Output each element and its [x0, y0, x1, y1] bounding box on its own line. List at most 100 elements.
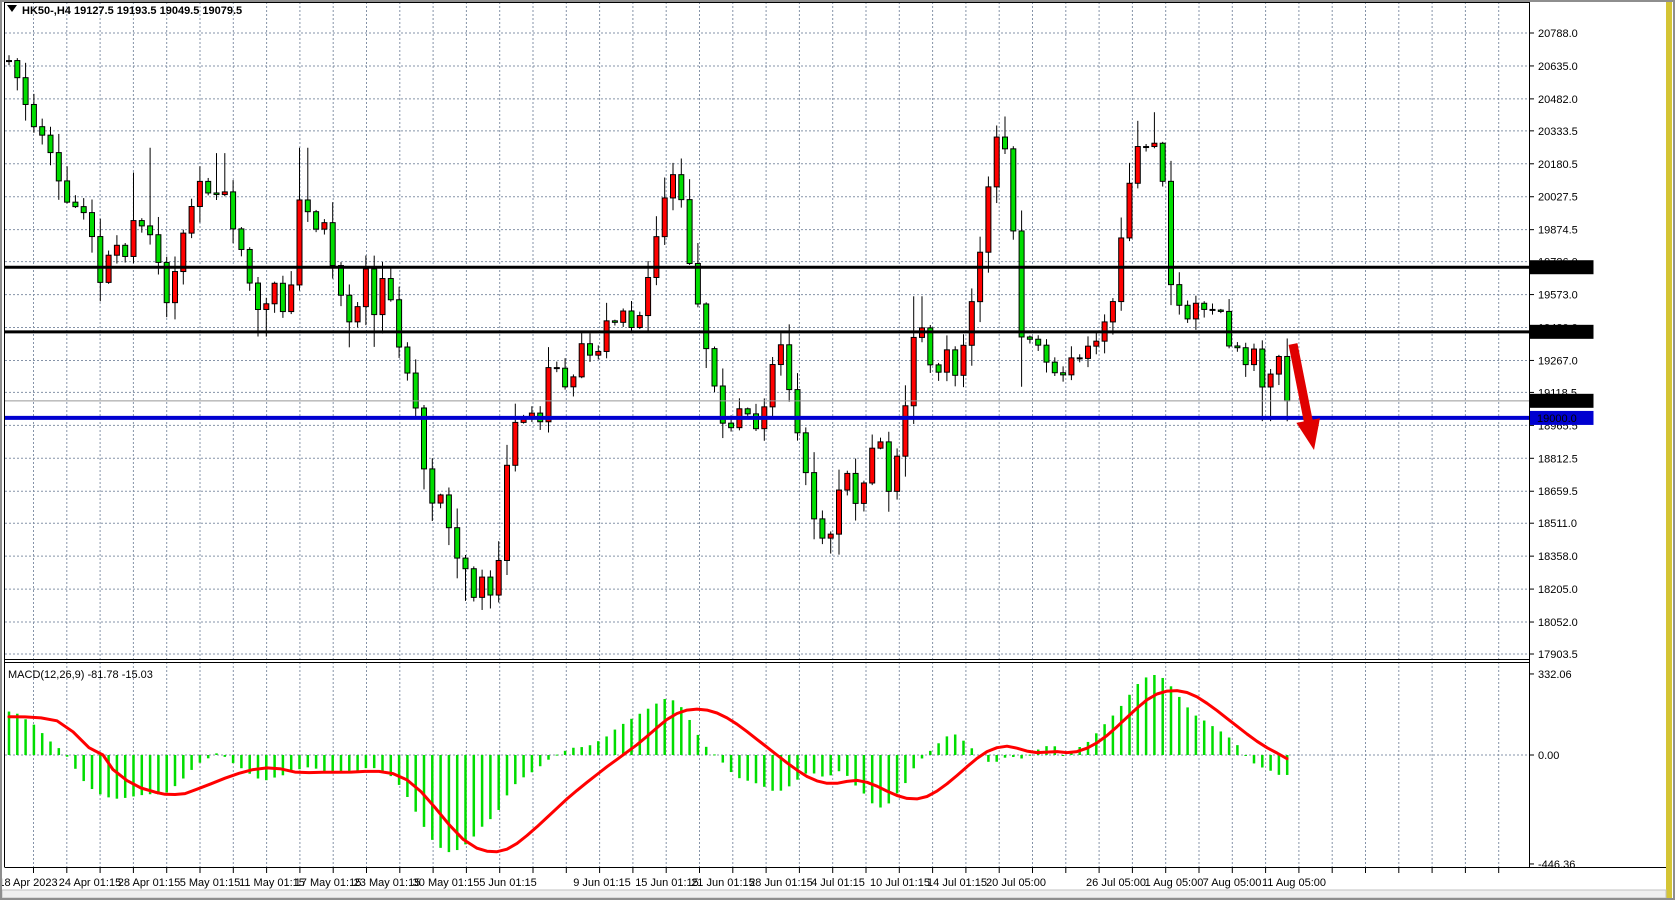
candle: [1036, 335, 1041, 351]
macd-histogram-bar: [1153, 675, 1156, 755]
macd-histogram-bar: [497, 755, 500, 810]
candle: [1003, 117, 1008, 154]
price-tick-label: 18511.0: [1538, 518, 1577, 530]
candle: [1202, 301, 1207, 317]
time-tick-label: 9 Jun 01:15: [573, 877, 631, 889]
macd-histogram-bar: [755, 755, 758, 783]
macd-histogram-bar: [16, 714, 19, 755]
price-tag-19000.0[interactable]: 19000.0: [1530, 411, 1594, 425]
price-tick-label: 20788.0: [1538, 28, 1578, 40]
macd-histogram-bar: [829, 755, 832, 775]
macd-histogram-bar: [871, 755, 874, 803]
candle: [1094, 333, 1099, 355]
candle: [347, 284, 352, 347]
macd-histogram-bar: [1195, 716, 1198, 755]
candle: [355, 302, 360, 327]
candle: [1086, 336, 1091, 367]
macd-histogram-bar: [506, 755, 509, 795]
candle: [15, 58, 20, 90]
candle: [1185, 300, 1190, 322]
candle: [571, 374, 576, 396]
candle: [1193, 296, 1198, 330]
macd-histogram-bar: [539, 755, 542, 766]
macd-histogram-bar: [356, 755, 359, 771]
candle: [812, 452, 817, 539]
candle: [820, 510, 825, 544]
macd-histogram-bar: [1161, 678, 1164, 755]
candle: [1119, 217, 1124, 310]
candle: [505, 445, 510, 575]
macd-histogram-bar: [489, 755, 492, 819]
candle: [31, 94, 36, 133]
symbol-dropdown-icon[interactable]: [7, 5, 17, 12]
candle: [920, 296, 925, 342]
macd-histogram-bar: [224, 755, 227, 757]
candle: [289, 271, 294, 314]
candle: [1152, 112, 1157, 148]
candle: [123, 243, 128, 263]
candle: [1210, 304, 1215, 315]
macd-histogram-bar: [522, 755, 525, 777]
candle: [131, 173, 136, 264]
candle: [1243, 343, 1248, 377]
macd-histogram-bar: [763, 755, 766, 787]
candle: [671, 163, 676, 210]
macd-histogram-bar: [273, 755, 276, 778]
macd-histogram-bar: [257, 755, 260, 778]
candle: [388, 268, 393, 302]
candle: [1135, 121, 1140, 189]
candle: [563, 358, 568, 389]
candle: [56, 134, 61, 200]
time-tick-label: 23 May 01:15: [354, 877, 421, 889]
candle: [23, 63, 28, 121]
sell-arrow-annotation[interactable]: [1293, 344, 1320, 450]
price-tag-19400.0[interactable]: 19400.0: [1530, 325, 1594, 339]
macd-histogram-bar: [431, 755, 434, 840]
candle: [1127, 163, 1132, 241]
candle: [222, 153, 227, 196]
macd-histogram-bar: [439, 755, 442, 848]
macd-histogram-bar: [514, 755, 517, 784]
candle: [280, 276, 285, 318]
macd-histogram-bar: [49, 741, 52, 755]
macd-histogram-bar: [1029, 755, 1032, 756]
time-tick-label: 28 Apr 01:15: [118, 877, 180, 889]
price-tick-label: 18052.0: [1538, 617, 1578, 629]
candle: [1160, 142, 1165, 187]
macd-histogram-bar: [199, 755, 202, 763]
candle: [878, 438, 883, 450]
chart-canvas[interactable]: 20788.020635.020482.020333.520180.520027…: [0, 0, 1675, 900]
candle: [305, 148, 310, 222]
candle: [471, 566, 476, 601]
macd-histogram-bar: [1228, 738, 1231, 755]
candle: [911, 296, 916, 424]
candle: [446, 487, 451, 545]
macd-histogram-bar: [1269, 755, 1272, 771]
candle: [1027, 336, 1032, 344]
candle: [961, 334, 966, 387]
macd-histogram-bar: [116, 755, 119, 799]
price-tag-19079.5[interactable]: 19079.5: [1530, 394, 1594, 408]
candle: [1268, 369, 1273, 421]
macd-indicator-label: MACD(12,26,9) -81.78 -15.03: [8, 669, 153, 681]
candle: [695, 243, 700, 307]
time-tick-label: 26 Jul 05:00: [1086, 877, 1146, 889]
symbol-ohlc-line: HK50-,H4 19127.5 19193.5 19049.5 19079.5: [22, 5, 242, 17]
candle: [513, 404, 518, 472]
price-tick-label: 18358.0: [1538, 551, 1578, 563]
candle: [1144, 144, 1149, 152]
candle: [7, 55, 12, 65]
candle: [496, 541, 501, 602]
macd-histogram-bar: [348, 755, 351, 772]
time-tick-label: 30 May 01:15: [413, 877, 480, 889]
macd-histogram-bar: [688, 720, 691, 755]
candle: [297, 148, 302, 291]
macd-histogram-bar: [580, 747, 583, 755]
candle: [870, 434, 875, 485]
candle: [588, 333, 593, 361]
macd-histogram-bar: [564, 751, 567, 755]
gridlines: [5, 2, 1529, 867]
annotations-layer[interactable]: [1293, 344, 1320, 450]
price-tick-label: 17903.5: [1538, 649, 1578, 661]
price-tag-19700.0[interactable]: 19700.0: [1530, 260, 1594, 274]
